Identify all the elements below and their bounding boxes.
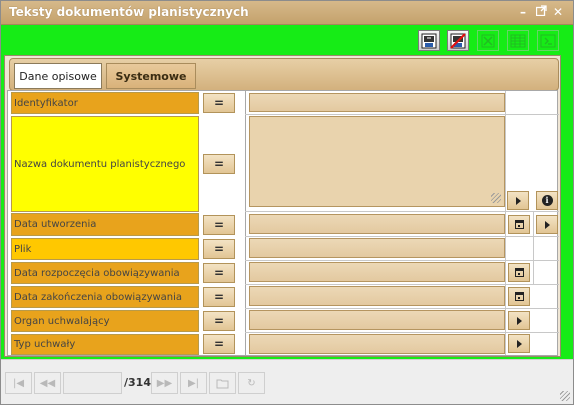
close-icon[interactable]: ✕ [551, 4, 565, 20]
row-divider [245, 236, 559, 237]
excel-icon[interactable] [477, 30, 499, 51]
export-icon[interactable] [418, 30, 440, 51]
attribute-grid: Identyfikator = Nazwa dokumentu planisty… [7, 90, 559, 356]
first-page-icon[interactable]: |◀ [5, 372, 32, 394]
pagination-bar: |◀ ◀◀ /314 ▶▶ ▶| ↻ [1, 359, 573, 404]
last-page-icon[interactable]: ▶| [180, 372, 207, 394]
window-resize-grip[interactable] [560, 391, 570, 401]
expand-button[interactable] [508, 334, 530, 353]
refresh-icon[interactable]: ↻ [238, 372, 265, 394]
column-divider [533, 212, 534, 284]
row-divider [245, 284, 559, 285]
data-zakonczenia-input[interactable] [249, 286, 505, 306]
operator-button[interactable]: = [203, 311, 235, 331]
operator-button[interactable]: = [203, 287, 235, 307]
field-label-nazwa-dokumentu: Nazwa dokumentu planistycznego [11, 116, 199, 212]
data-utworzenia-input[interactable] [249, 214, 505, 234]
date-picker-button[interactable] [508, 263, 530, 282]
data-rozpoczecia-input[interactable] [249, 262, 505, 282]
expand-button[interactable] [536, 215, 558, 234]
nazwa-dokumentu-textarea[interactable] [249, 116, 505, 207]
sum-icon[interactable] [537, 30, 559, 51]
tab-dane-opisowe[interactable]: Dane opisowe [14, 63, 102, 89]
row-divider [245, 308, 559, 309]
row-divider [245, 332, 559, 333]
open-icon[interactable] [209, 372, 236, 394]
popout-icon[interactable] [534, 4, 548, 20]
table-icon[interactable] [507, 30, 529, 51]
calendar-icon [514, 268, 524, 277]
operator-button[interactable]: = [203, 239, 235, 259]
tab-systemowe[interactable]: Systemowe [106, 63, 196, 89]
field-label-data-zakonczenia: Data zakończenia obowiązywania [11, 286, 199, 308]
info-button[interactable]: i [536, 191, 558, 210]
arrow-right-icon [516, 339, 522, 348]
plik-input[interactable] [249, 238, 505, 258]
form-panel: Dane opisowe Systemowe Identyfikator = N… [4, 55, 561, 357]
field-label-identyfikator: Identyfikator [11, 92, 199, 114]
calendar-icon [514, 292, 524, 301]
row-divider [245, 114, 559, 115]
date-picker-button[interactable] [508, 287, 530, 306]
info-icon: i [541, 195, 553, 206]
arrow-right-icon [516, 316, 522, 325]
field-label-typ-uchwaly: Typ uchwały [11, 334, 199, 355]
operator-button[interactable]: = [203, 263, 235, 283]
tab-bar: Dane opisowe Systemowe [9, 58, 559, 91]
identyfikator-input[interactable] [249, 93, 505, 112]
expand-button[interactable] [507, 191, 529, 210]
operator-button[interactable]: = [203, 93, 235, 113]
prev-page-icon[interactable]: ◀◀ [34, 372, 61, 394]
page-number-input[interactable] [63, 372, 122, 394]
page-count: /314 [124, 376, 151, 389]
row-divider [245, 260, 559, 261]
expand-button[interactable] [508, 311, 530, 330]
operator-button[interactable]: = [203, 334, 235, 354]
next-page-icon[interactable]: ▶▶ [151, 372, 178, 394]
organ-uchwalajacy-input[interactable] [249, 310, 505, 330]
arrow-right-icon [544, 220, 550, 229]
title-bar[interactable]: Teksty dokumentów planistycznych – ✕ [1, 1, 573, 25]
operator-button[interactable]: = [203, 215, 235, 235]
date-picker-button[interactable] [508, 215, 530, 234]
field-label-organ-uchwalajacy: Organ uchwalający [11, 310, 199, 332]
toolbar [415, 30, 561, 52]
typ-uchwaly-input[interactable] [249, 334, 505, 354]
window: Teksty dokumentów planistycznych – ✕ Dan… [0, 0, 574, 405]
cancel-export-icon[interactable] [447, 30, 469, 51]
operator-button[interactable]: = [203, 154, 235, 174]
column-divider [245, 91, 246, 355]
arrow-right-icon [515, 196, 521, 205]
column-divider [505, 91, 506, 355]
minimize-icon[interactable]: – [516, 4, 530, 20]
field-label-data-utworzenia: Data utworzenia [11, 213, 199, 236]
field-label-data-rozpoczecia: Data rozpoczęcia obowiązywania [11, 262, 199, 284]
resize-handle[interactable] [491, 193, 501, 203]
row-divider [245, 211, 559, 212]
calendar-icon [514, 220, 524, 229]
window-title: Teksty dokumentów planistycznych [9, 5, 249, 19]
field-label-plik: Plik [11, 238, 199, 260]
